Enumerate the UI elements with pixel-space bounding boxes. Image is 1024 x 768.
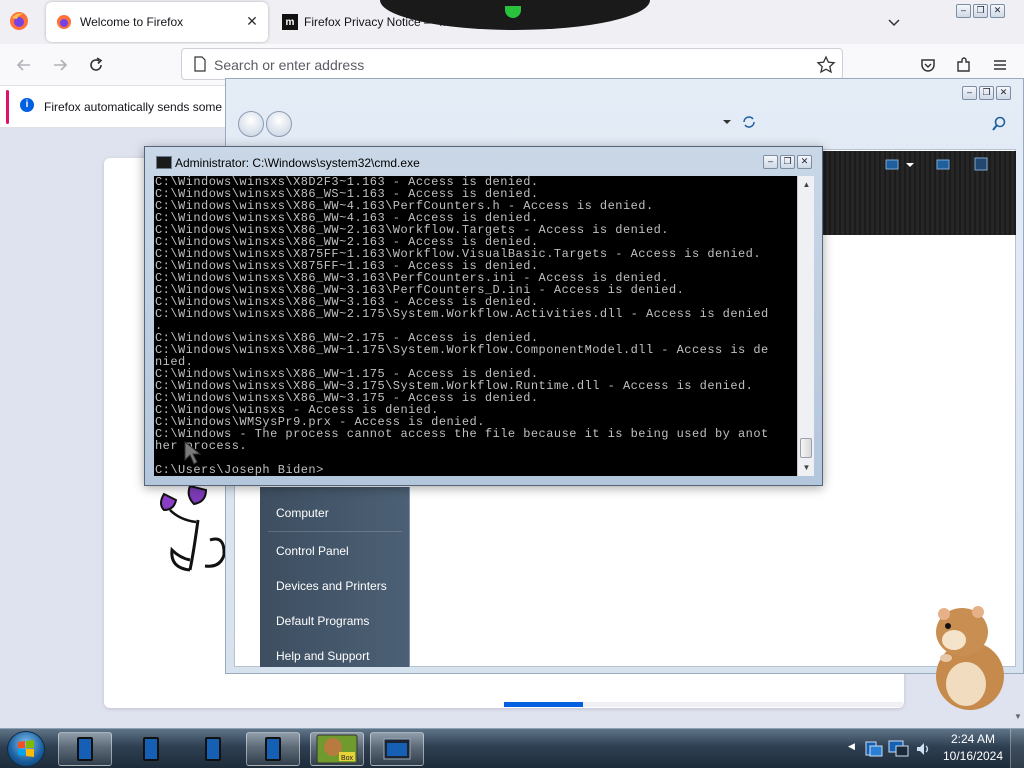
- page-scroll-down-icon[interactable]: ▼: [1012, 712, 1024, 726]
- network-icon[interactable]: [888, 739, 910, 759]
- forward-button[interactable]: [48, 53, 72, 77]
- app-menu-button[interactable]: [988, 53, 1012, 77]
- console-scrollbar[interactable]: ▲ ▼: [797, 176, 814, 476]
- close-button[interactable]: ✕: [990, 4, 1005, 18]
- forward-button[interactable]: [266, 111, 292, 137]
- firefox-menu-icon[interactable]: [8, 10, 30, 32]
- forward-arrow-icon: [54, 59, 68, 71]
- refresh-icon[interactable]: [742, 115, 756, 129]
- taskbar-item-cmd[interactable]: [370, 732, 424, 766]
- clock-date: 10/16/2024: [942, 749, 1004, 763]
- start-button[interactable]: [7, 731, 45, 767]
- start-menu-right-pane: Computer Control Panel Devices and Print…: [260, 487, 410, 667]
- cmd-icon: [383, 738, 411, 760]
- volume-icon[interactable]: [914, 740, 932, 758]
- cmd-window-title: Administrator: C:\Windows\system32\cmd.e…: [175, 156, 420, 170]
- bookmark-star-icon[interactable]: [816, 55, 836, 75]
- scroll-thumb[interactable]: [800, 438, 812, 458]
- flower-illustration-icon: [160, 484, 226, 572]
- search-icon[interactable]: [990, 115, 1008, 133]
- info-icon: i: [20, 98, 34, 112]
- minimize-button[interactable]: –: [763, 155, 778, 169]
- data-collection-notification: i Firefox automatically sends some c: [0, 86, 232, 128]
- minimize-button[interactable]: –: [956, 4, 971, 18]
- maximize-button[interactable]: ❐: [780, 155, 795, 169]
- start-menu-item-help-and-support[interactable]: Help and Support: [276, 649, 369, 663]
- taskbar-item[interactable]: [246, 732, 300, 766]
- tab-title: Welcome to Firefox: [80, 15, 184, 29]
- preview-pane-icon[interactable]: [936, 159, 950, 171]
- restore-button[interactable]: ❐: [973, 4, 988, 18]
- back-button[interactable]: [12, 53, 36, 77]
- divider: [268, 531, 402, 532]
- taskbar-clock[interactable]: 2:24 AM 10/16/2024: [940, 731, 1006, 765]
- scroll-down-icon[interactable]: ▼: [798, 459, 815, 476]
- cmd-caption-buttons: – ❐ ✕: [763, 155, 812, 169]
- view-options-icon[interactable]: [884, 159, 918, 171]
- dark-toolbar-strip: [814, 151, 1016, 235]
- close-button[interactable]: ✕: [996, 86, 1011, 100]
- mouse-cursor-icon: [184, 440, 202, 465]
- firefox-favicon-icon: [57, 15, 71, 29]
- windows-logo-icon: [18, 740, 34, 757]
- game-box-label: Box: [341, 755, 354, 762]
- show-desktop-button[interactable]: [1010, 729, 1024, 768]
- window-icon: [205, 737, 221, 761]
- notification-text: Firefox automatically sends some c: [44, 100, 232, 114]
- scroll-up-icon[interactable]: ▲: [798, 176, 815, 193]
- hamburger-menu-icon: [994, 60, 1006, 70]
- taskbar-item[interactable]: [58, 732, 112, 766]
- taskbar-item[interactable]: [124, 732, 178, 766]
- back-arrow-icon: [16, 59, 30, 71]
- cmd-window[interactable]: Administrator: C:\Windows\system32\cmd.e…: [144, 146, 823, 486]
- game-box-icon: Box: [316, 734, 358, 764]
- address-bar[interactable]: [181, 48, 843, 80]
- mozilla-favicon-icon: m: [282, 14, 298, 30]
- clock-time: 2:24 AM: [950, 732, 996, 746]
- taskbar: Box ◀ 2:24 AM 10/16/2024: [0, 728, 1024, 768]
- onboarding-progress-track: [583, 702, 903, 707]
- maximize-button[interactable]: ❐: [979, 86, 994, 100]
- start-menu-item-devices-and-printers[interactable]: Devices and Printers: [276, 579, 387, 593]
- console-output[interactable]: C:\Windows\winsxs\X8D2F3~1.163 - Access …: [154, 176, 797, 476]
- reload-button[interactable]: [84, 53, 108, 77]
- chevron-down-icon[interactable]: [884, 12, 904, 32]
- close-button[interactable]: ✕: [797, 155, 812, 169]
- start-menu-item-control-panel[interactable]: Control Panel: [276, 544, 349, 558]
- console-text: C:\Windows\winsxs\X8D2F3~1.163 - Access …: [155, 176, 769, 476]
- window-icon: [77, 737, 93, 761]
- notification-accent-bar: [6, 90, 9, 124]
- explorer-caption-buttons: – ❐ ✕: [962, 86, 1011, 100]
- taskbar-item-game[interactable]: Box: [310, 732, 364, 766]
- window-icon: [265, 737, 281, 761]
- start-menu-item-default-programs[interactable]: Default Programs: [276, 614, 369, 628]
- tab-welcome-to-firefox[interactable]: Welcome to Firefox ✕: [46, 2, 268, 42]
- onboarding-progress-fill: [504, 702, 583, 707]
- address-input[interactable]: [214, 55, 794, 75]
- explorer-nav-bar: [236, 109, 1016, 143]
- window-icon: [143, 737, 159, 761]
- cmd-icon: [156, 156, 172, 169]
- close-tab-icon[interactable]: ✕: [244, 13, 260, 29]
- start-menu-item-computer[interactable]: Computer: [276, 506, 329, 520]
- window-caption-buttons: – ❐ ✕: [956, 4, 1005, 18]
- extensions-button[interactable]: [952, 53, 976, 77]
- pocket-icon: [921, 59, 935, 72]
- action-center-icon[interactable]: [864, 739, 886, 759]
- dropdown-arrow-icon[interactable]: [722, 117, 732, 127]
- minimize-button[interactable]: –: [962, 86, 977, 100]
- help-icon[interactable]: [974, 157, 988, 171]
- hamster-mascot-icon: [936, 606, 1004, 710]
- puzzle-icon: [957, 57, 970, 72]
- page-icon: [194, 56, 206, 72]
- tray-expand-icon[interactable]: ◀: [848, 741, 855, 752]
- reload-icon: [90, 57, 103, 71]
- system-tray: ◀: [842, 729, 938, 768]
- pocket-button[interactable]: [916, 53, 940, 77]
- taskbar-item[interactable]: [186, 732, 240, 766]
- back-button[interactable]: [238, 111, 264, 137]
